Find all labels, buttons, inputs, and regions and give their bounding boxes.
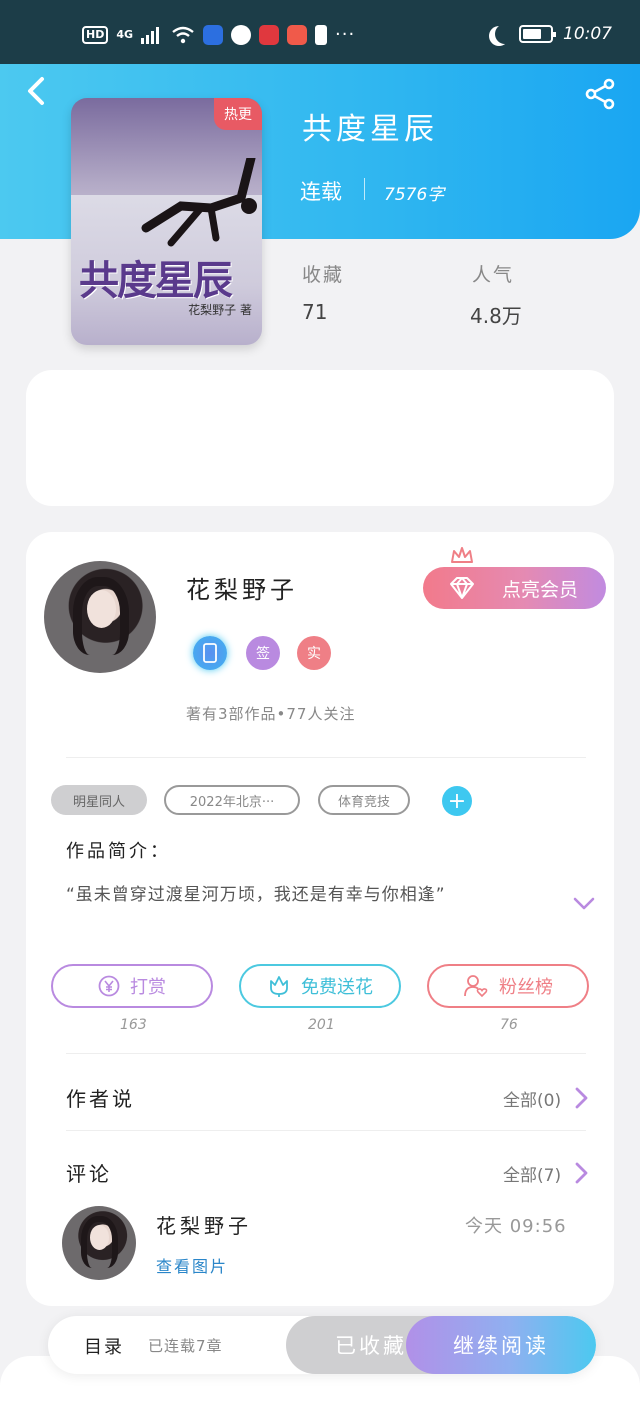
divider [66, 1053, 586, 1054]
fan-ranking-label: 粉丝榜 [499, 977, 553, 998]
yuan-icon [98, 975, 120, 997]
alert-icon [315, 24, 328, 45]
book-cover[interactable]: 热更 共度星辰 花梨野子 著 [71, 98, 262, 345]
comments-all-link[interactable]: 全部(7) [503, 1161, 561, 1186]
add-tag-button[interactable]: + [442, 786, 472, 816]
favorites-label: 收藏 [302, 264, 345, 286]
view-image-link[interactable]: 查看图片 [156, 1253, 228, 1277]
word-count: 7576字 [384, 185, 445, 205]
user-heart-icon [464, 975, 488, 998]
divider [66, 757, 586, 758]
tag[interactable]: 体育竞技 [318, 785, 410, 815]
continue-reading-button[interactable]: 继续阅读 [406, 1316, 596, 1374]
commenter-avatar[interactable] [62, 1206, 136, 1280]
tip-label: 打赏 [130, 977, 166, 998]
verified-badge-icon: 实 [297, 636, 331, 670]
bottom-action-bar: 目录 已连载7章 已收藏 继续阅读 [48, 1316, 596, 1374]
moon-icon [495, 24, 515, 44]
author-works-info: 著有3部作品•77人关注 [186, 705, 356, 723]
author-avatar[interactable] [44, 561, 156, 673]
more-notifications-icon: ··· [335, 24, 356, 45]
diamond-icon [450, 577, 474, 599]
expand-chevron-icon[interactable] [572, 896, 596, 912]
book-title: 共度星辰 [302, 112, 438, 147]
flower-icon [270, 976, 288, 997]
back-button[interactable] [22, 76, 52, 106]
tag[interactable]: 2022年北京··· [164, 785, 300, 815]
cover-title: 共度星辰 [79, 257, 233, 304]
vip-button[interactable]: 点亮会员 [423, 567, 606, 609]
author-says-title: 作者说 [66, 1087, 135, 1111]
intro-text: “虽未曾穿过渡星河万顷，我还是有幸与你相逢” [66, 885, 446, 905]
commenter-name[interactable]: 花梨野子 [156, 1210, 252, 1239]
cover-skater-image [141, 158, 257, 247]
clock: 10:07 [563, 24, 612, 44]
book-status: 连载 [300, 180, 342, 204]
blank-card [26, 370, 614, 506]
cover-badge: 热更 [214, 98, 262, 130]
share-icon[interactable] [584, 78, 616, 110]
chevron-right-icon[interactable] [574, 1162, 588, 1184]
tag[interactable]: 明星同人 [51, 785, 147, 815]
divider [66, 1130, 586, 1131]
app-notification-icon [287, 24, 308, 45]
battery-icon [519, 25, 556, 43]
fan-count: 76 [500, 1017, 518, 1033]
popularity-label: 人气 [472, 264, 515, 286]
status-bar: HD 4G ··· 10:07 [0, 0, 640, 64]
toc-button[interactable]: 目录 [84, 1333, 124, 1359]
tip-count: 163 [120, 1017, 147, 1033]
chevron-right-icon[interactable] [574, 1087, 588, 1109]
hd-icon: HD [82, 25, 109, 44]
chapter-count[interactable]: 已连载7章 [148, 1335, 223, 1356]
signal-icon [141, 26, 160, 44]
send-flower-label: 免费送花 [301, 977, 373, 998]
network-type: 4G [116, 28, 134, 41]
tip-button[interactable]: 打赏 [51, 964, 213, 1008]
comment-time: 今天 09:56 [465, 1216, 567, 1237]
flower-count: 201 [308, 1017, 335, 1033]
intro-label: 作品简介： [66, 841, 171, 862]
fan-ranking-button[interactable]: 粉丝榜 [427, 964, 589, 1008]
cover-author: 花梨野子 著 [188, 303, 252, 317]
phone-badge-icon [193, 636, 227, 670]
app-notification-icon [203, 24, 224, 45]
vip-button-label: 点亮会员 [501, 578, 578, 601]
divider [364, 178, 365, 200]
signed-badge-icon: 签 [246, 636, 280, 670]
app-notification-icon [259, 24, 280, 45]
author-name[interactable]: 花梨野子 [186, 570, 298, 605]
favorites-value: 71 [302, 300, 328, 324]
comments-title: 评论 [66, 1162, 112, 1186]
popularity-value: 4.8万 [470, 304, 522, 328]
wifi-icon [172, 26, 194, 43]
app-notification-icon [231, 24, 252, 45]
author-says-all-link[interactable]: 全部(0) [503, 1086, 561, 1111]
send-flower-button[interactable]: 免费送花 [239, 964, 401, 1008]
crown-icon [451, 547, 473, 563]
